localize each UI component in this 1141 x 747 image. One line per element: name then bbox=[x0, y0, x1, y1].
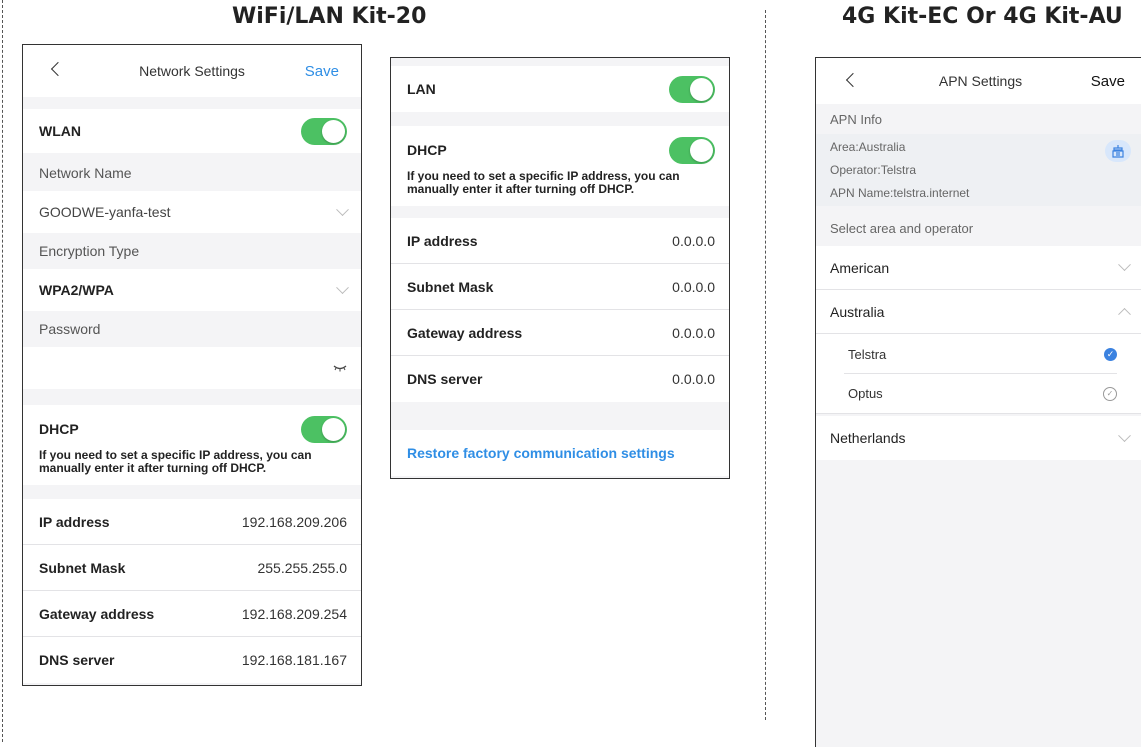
lan-dhcp-hint-line-1: If you need to set a specific IP address… bbox=[407, 168, 680, 183]
apn-nav-title: APN Settings bbox=[938, 73, 1023, 89]
lan-gateway-row[interactable]: Gateway address 0.0.0.0 bbox=[391, 310, 729, 356]
apn-info-block: Area:Australia Operator:Telstra APN Name… bbox=[816, 134, 1141, 206]
restore-row: Restore factory communication settings bbox=[391, 430, 729, 476]
encryption-label: Encryption Type bbox=[39, 243, 140, 259]
select-area-label: Select area and operator bbox=[830, 220, 974, 236]
encryption-value: WPA2/WPA bbox=[39, 282, 114, 298]
network-name-label: Network Name bbox=[39, 165, 132, 181]
apn-info-header: APN Info bbox=[816, 104, 1141, 134]
lan-dhcp-section: DHCP If you need to set a specific IP ad… bbox=[391, 126, 729, 206]
heading-4g-kit: 4G Kit-EC Or 4G Kit-AU bbox=[842, 4, 1123, 29]
chevron-down-icon bbox=[336, 202, 349, 216]
field-value: 0.0.0.0 bbox=[672, 324, 715, 341]
apn-nav-bar: APN Settings Save bbox=[816, 58, 1141, 104]
apn-save-button[interactable]: Save bbox=[1091, 73, 1125, 90]
area-australia-row[interactable]: Australia bbox=[816, 290, 1141, 334]
restore-factory-link[interactable]: Restore factory communication settings bbox=[407, 445, 675, 461]
encryption-select[interactable]: WPA2/WPA bbox=[23, 269, 361, 311]
tower-icon[interactable] bbox=[1105, 140, 1131, 162]
wlan-label: WLAN bbox=[39, 123, 81, 139]
lan-subnet-mask-row[interactable]: Subnet Mask 0.0.0.0 bbox=[391, 264, 729, 310]
lan-dns-server-row[interactable]: DNS server 0.0.0.0 bbox=[391, 356, 729, 402]
field-value: 192.168.181.167 bbox=[241, 652, 347, 668]
lan-dhcp-toggle[interactable] bbox=[669, 136, 715, 164]
network-name-select[interactable]: GOODWE-yanfa-test bbox=[23, 191, 361, 233]
nav-title: Network Settings bbox=[139, 63, 245, 79]
field-value: 192.168.209.206 bbox=[241, 513, 347, 530]
field-label: IP address bbox=[39, 513, 110, 530]
field-value: 0.0.0.0 bbox=[672, 371, 715, 387]
area-label: American bbox=[830, 259, 890, 276]
left-dashed-border bbox=[2, 0, 3, 742]
area-label: Netherlands bbox=[830, 430, 906, 446]
dhcp-hint-line-1: If you need to set a specific IP address… bbox=[39, 447, 312, 462]
apn-name-text: APN Name:telstra.internet bbox=[830, 185, 970, 200]
wlan-toggle[interactable] bbox=[301, 117, 347, 145]
password-header: Password bbox=[23, 311, 361, 347]
chevron-down-icon bbox=[336, 280, 349, 294]
chevron-down-icon bbox=[1118, 258, 1131, 272]
field-value: 0.0.0.0 bbox=[672, 278, 715, 295]
field-label: Subnet Mask bbox=[39, 559, 126, 576]
lan-dhcp-label: DHCP bbox=[407, 142, 447, 158]
check-circle-icon: ✓ bbox=[1104, 347, 1117, 361]
field-label: Subnet Mask bbox=[407, 278, 494, 295]
encryption-header: Encryption Type bbox=[23, 233, 361, 269]
network-name-header: Network Name bbox=[23, 155, 361, 191]
lan-toggle[interactable] bbox=[669, 75, 715, 103]
apn-info-label: APN Info bbox=[830, 111, 883, 127]
area-netherlands-row[interactable]: Netherlands bbox=[816, 416, 1141, 460]
field-label: Gateway address bbox=[39, 605, 155, 622]
heading-wifi-lan-kit: WiFi/LAN Kit-20 bbox=[232, 4, 427, 29]
operator-label: Optus bbox=[848, 386, 883, 401]
lan-label: LAN bbox=[407, 81, 436, 97]
back-chevron-icon[interactable] bbox=[845, 72, 861, 88]
ip-address-row[interactable]: IP address 192.168.209.206 bbox=[23, 499, 361, 545]
field-label: Gateway address bbox=[407, 324, 523, 341]
apn-operator-text: Operator:Telstra bbox=[830, 162, 917, 177]
select-area-header: Select area and operator bbox=[816, 212, 1141, 244]
chevron-down-icon bbox=[1118, 428, 1131, 442]
gateway-row[interactable]: Gateway address 192.168.209.254 bbox=[23, 591, 361, 637]
password-input[interactable] bbox=[23, 347, 361, 389]
password-label: Password bbox=[39, 321, 101, 337]
lan-settings-screen: LAN DHCP If you need to set a specific I… bbox=[390, 57, 730, 479]
field-label: IP address bbox=[407, 232, 478, 249]
dns-server-row[interactable]: DNS server 192.168.181.167 bbox=[23, 637, 361, 683]
lan-row: LAN bbox=[391, 66, 729, 112]
eye-closed-icon[interactable] bbox=[333, 364, 347, 372]
apn-settings-screen: APN Settings Save APN Info Area:Australi… bbox=[815, 57, 1141, 747]
subnet-mask-row[interactable]: Subnet Mask 255.255.255.0 bbox=[23, 545, 361, 591]
chevron-up-icon bbox=[1118, 307, 1131, 321]
field-value: 192.168.209.254 bbox=[241, 605, 347, 622]
operator-optus-row[interactable]: Optus ✓ bbox=[816, 374, 1141, 414]
field-value: 255.255.255.0 bbox=[257, 559, 347, 576]
dhcp-section: DHCP If you need to set a specific IP ad… bbox=[23, 405, 361, 485]
dhcp-toggle[interactable] bbox=[301, 415, 347, 443]
apn-area-text: Area:Australia bbox=[830, 139, 906, 154]
network-name-value: GOODWE-yanfa-test bbox=[39, 204, 171, 220]
field-label: DNS server bbox=[407, 371, 483, 387]
dhcp-label: DHCP bbox=[39, 421, 79, 437]
save-button[interactable]: Save bbox=[305, 63, 339, 80]
lan-ip-address-row[interactable]: IP address 0.0.0.0 bbox=[391, 218, 729, 264]
center-dashed-divider bbox=[765, 10, 766, 720]
nav-bar: Network Settings Save bbox=[23, 45, 361, 97]
lan-dhcp-hint-line-2: manually enter it after turning off DHCP… bbox=[407, 181, 635, 196]
area-label: Australia bbox=[830, 303, 885, 320]
area-american-row[interactable]: American bbox=[816, 246, 1141, 290]
check-circle-icon: ✓ bbox=[1103, 386, 1117, 401]
network-settings-screen: Network Settings Save WLAN Network Name … bbox=[22, 44, 362, 686]
dhcp-hint-line-2: manually enter it after turning off DHCP… bbox=[39, 460, 267, 475]
field-label: DNS server bbox=[39, 652, 115, 668]
field-value: 0.0.0.0 bbox=[672, 232, 715, 249]
operator-telstra-row[interactable]: Telstra ✓ bbox=[816, 334, 1141, 374]
operator-label: Telstra bbox=[848, 346, 887, 362]
wlan-row: WLAN bbox=[23, 109, 361, 153]
back-chevron-icon[interactable] bbox=[50, 61, 66, 77]
